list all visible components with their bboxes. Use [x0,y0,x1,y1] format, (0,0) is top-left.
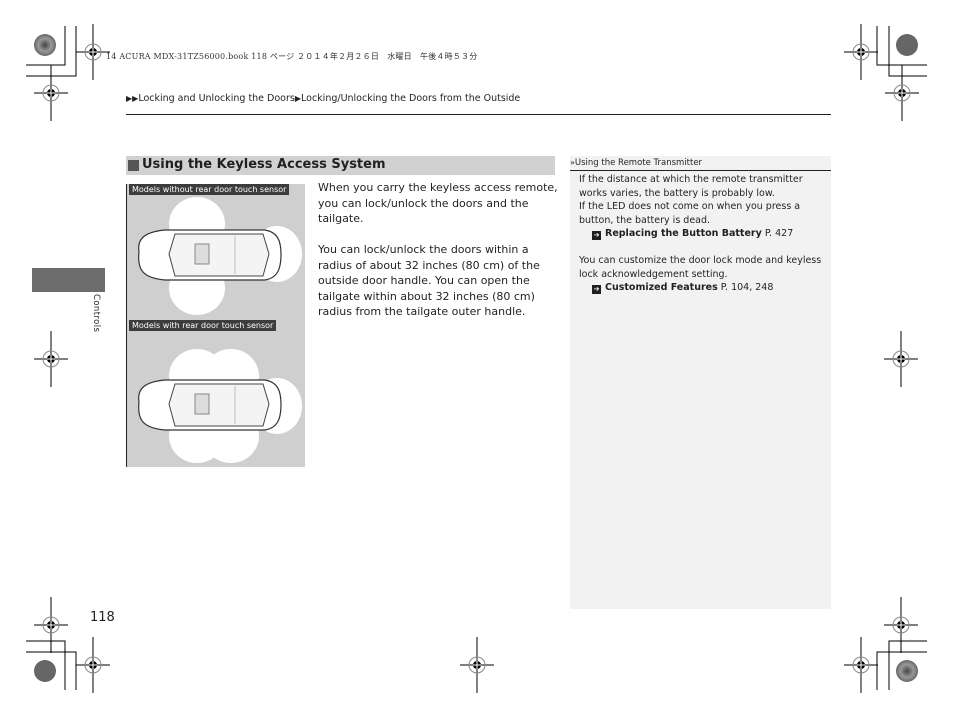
sidebar-paragraph: If the distance at which the remote tran… [579,174,803,199]
registration-mark-icon [33,64,69,122]
cross-reference-page[interactable]: P. 104, 248 [721,282,774,293]
sidebar-heading: »Using the Remote Transmitter [570,156,831,171]
chapter-tab-label: Controls [91,294,101,333]
body-paragraph: You can lock/unlock the doors within a r… [318,243,540,318]
color-target-icon [34,34,56,56]
registration-mark-icon [884,64,920,122]
cross-reference-battery[interactable]: ➔ Replacing the Button Battery P. 427 [579,227,829,241]
header-rule [126,114,831,115]
page-number: 118 [90,610,115,625]
registration-mark-icon [459,636,495,694]
figure-label-with-sensor: Models with rear door touch sensor [129,320,277,331]
keyless-range-figure: Models without rear door touch sensor Mo… [126,184,305,467]
square-bullet-icon [128,160,139,171]
sidebar-notes: »Using the Remote Transmitter If the dis… [570,156,831,609]
sidebar-paragraph: If the LED does not come on when you pre… [579,201,801,226]
car-top-view-icon [138,379,282,431]
cross-reference-title[interactable]: Customized Features [605,282,718,293]
registration-mark-icon [883,330,919,388]
cross-reference-customized[interactable]: ➔ Customized Features P. 104, 248 [579,281,829,295]
arrow-ref-icon: ➔ [592,285,601,294]
sidebar-paragraph: You can customize the door lock mode and… [579,255,822,280]
chapter-tab[interactable] [32,268,105,292]
cross-reference-page[interactable]: P. 427 [765,228,793,239]
breadcrumb-level1[interactable]: Locking and Unlocking the Doors [138,93,295,104]
body-paragraph: When you carry the keyless access remote… [318,181,558,225]
registration-mark-icon [75,23,111,81]
breadcrumb: ▶▶Locking and Unlocking the Doors▶Lockin… [126,93,520,104]
breadcrumb-level2[interactable]: Locking/Unlocking the Doors from the Out… [301,93,520,104]
registration-mark-icon [33,596,69,654]
section-heading: Using the Keyless Access System [126,156,555,175]
color-target-icon [34,660,56,682]
registration-mark-icon [843,23,879,81]
color-target-icon [896,660,918,682]
section-body: When you carry the keyless access remote… [318,180,558,335]
section-title: Using the Keyless Access System [142,157,386,172]
sidebar-heading-text: Using the Remote Transmitter [574,158,703,168]
registration-mark-icon [33,330,69,388]
car-top-view-icon [138,229,282,281]
print-metadata: 14 ACURA MDX-31TZ56000.book 118 ページ ２０１４… [106,52,478,61]
arrow-ref-icon: ➔ [592,231,601,240]
registration-mark-icon [843,636,879,694]
cross-reference-title[interactable]: Replacing the Button Battery [605,228,762,239]
color-target-icon [896,34,918,56]
triangle-right-icon: ▶▶ [126,94,139,103]
registration-mark-icon [75,636,111,694]
